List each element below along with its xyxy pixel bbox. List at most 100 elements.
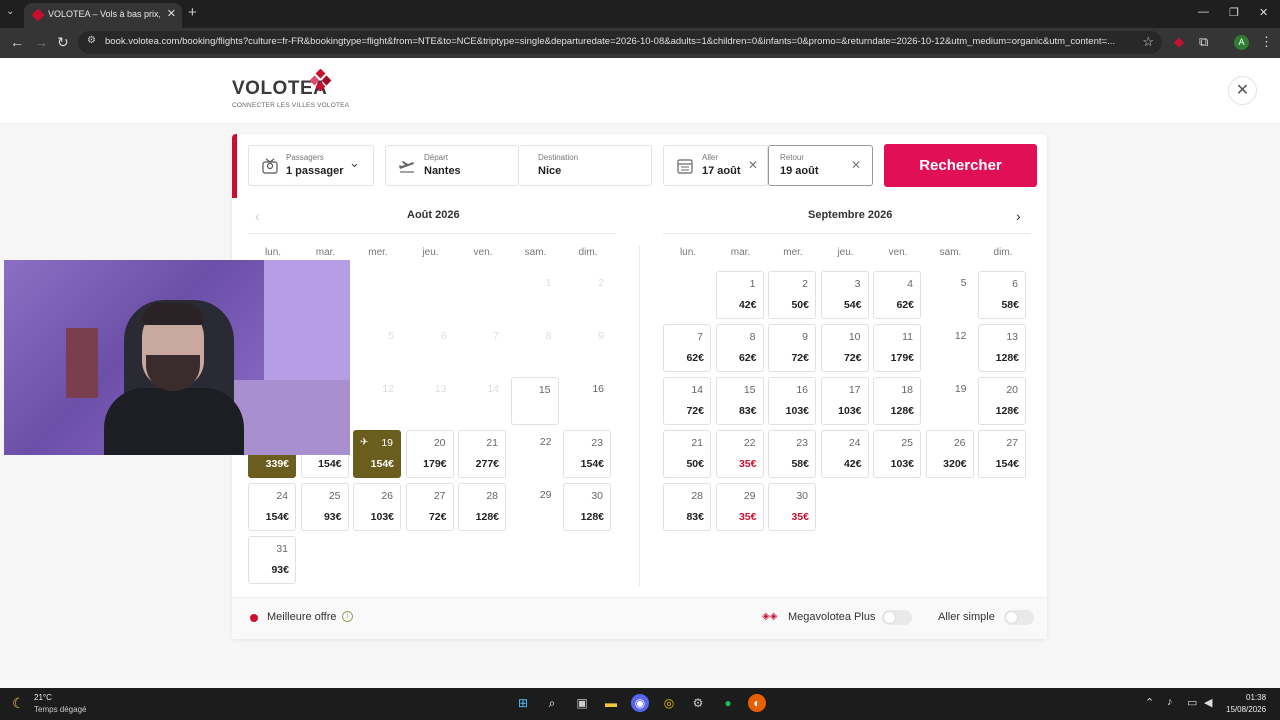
extensions-puzzle-icon[interactable]: ⧉ [1199, 34, 1208, 50]
calendar-day[interactable]: 18 128€ [873, 377, 921, 425]
calendar-day[interactable]: 16 [563, 377, 611, 425]
chrome-icon[interactable]: ◎ [660, 694, 678, 712]
file-explorer-icon[interactable]: ▬ [602, 694, 620, 712]
destination-field[interactable]: Destination Nice [519, 145, 652, 186]
day-number: 1 [545, 277, 552, 289]
profile-avatar[interactable]: A [1234, 35, 1249, 50]
volume-icon[interactable]: ◀ [1204, 696, 1212, 709]
clear-outbound-icon[interactable]: ✕ [748, 158, 758, 172]
firefox-icon[interactable]: ◐ [748, 694, 766, 712]
day-price: 128€ [995, 405, 1019, 417]
forward-icon[interactable]: → [34, 34, 48, 50]
network-icon[interactable]: ▭ [1187, 696, 1197, 709]
site-header: VOLOTEA CONNECTER LES VILLES VOLOTEA ✕ [0, 58, 1280, 124]
calendar-day[interactable]: 10 72€ [820, 324, 869, 372]
bookmark-star-icon[interactable]: ☆ [1142, 34, 1154, 50]
search-button[interactable]: Rechercher [884, 144, 1037, 187]
calendar-day[interactable]: 25 103€ [873, 430, 921, 478]
calendar-day[interactable]: 6 58€ [978, 271, 1026, 319]
calendar-day[interactable]: 25 93€ [300, 483, 349, 531]
maximize-icon[interactable]: ❐ [1229, 6, 1239, 19]
calendar-day[interactable]: 5 [926, 271, 974, 319]
return-date-field[interactable]: Retour 19 août ✕ [768, 145, 873, 186]
calendar-day[interactable]: 12 [926, 324, 974, 372]
menu-kebab-icon[interactable]: ⋮ [1260, 34, 1273, 50]
calendar-day[interactable]: 21 50€ [663, 430, 711, 478]
extension-icon[interactable]: ◆ [1174, 34, 1184, 50]
calendar-day[interactable]: 28 83€ [663, 483, 711, 531]
close-tab-icon[interactable]: ✕ [167, 7, 176, 20]
url-field[interactable]: ⚙ book.volotea.com/booking/flights?cultu… [78, 31, 1162, 54]
outbound-date-field[interactable]: Aller 17 août ✕ [663, 145, 768, 186]
calendar-day[interactable]: 27 72€ [405, 483, 454, 531]
chevron-down-icon[interactable]: ⌄ [349, 155, 360, 171]
calendar-day[interactable]: 7 62€ [663, 324, 711, 372]
calendar-day[interactable]: 24 42€ [820, 430, 869, 478]
calendar-day[interactable]: 29 [511, 483, 559, 531]
tray-chevron-icon[interactable]: ⌃ [1145, 696, 1154, 709]
calendar-day[interactable]: 13 128€ [978, 324, 1026, 372]
calendar-day[interactable]: ✈ 19 154€ [353, 430, 401, 478]
calendar-day[interactable]: 19 [926, 377, 974, 425]
calendar-day[interactable]: 11 179€ [873, 324, 921, 372]
calendar-day[interactable]: 20 179€ [405, 430, 454, 478]
microphone-icon[interactable]: ♪ [1167, 696, 1173, 708]
close-window-icon[interactable]: ✕ [1259, 6, 1268, 19]
search-icon[interactable]: ⌕ [543, 694, 561, 712]
calendar-day[interactable]: 29 35€ [715, 483, 764, 531]
calendar-day[interactable]: 22 35€ [715, 430, 764, 478]
minimize-icon[interactable]: — [1198, 6, 1209, 18]
calendar-day[interactable]: 28 128€ [458, 483, 506, 531]
spotify-icon[interactable]: ● [719, 694, 737, 712]
calendar-day[interactable]: 31 93€ [248, 536, 296, 584]
new-tab-icon[interactable]: + [188, 4, 197, 21]
day-price: 42€ [843, 458, 862, 470]
calendar-day[interactable]: 24 154€ [248, 483, 296, 531]
day-number: 24 [848, 437, 861, 449]
calendar-day[interactable]: 30 35€ [768, 483, 816, 531]
calendar-day[interactable]: 20 128€ [978, 377, 1026, 425]
passengers-field[interactable]: Passagers 1 passager ⌄ [248, 145, 374, 186]
calendar-day[interactable]: 14 72€ [663, 377, 711, 425]
reload-icon[interactable]: ↻ [57, 34, 69, 51]
calendar-day[interactable]: 30 128€ [563, 483, 611, 531]
calendar-day[interactable]: 17 103€ [820, 377, 869, 425]
browser-tab[interactable]: VOLOTEA – Vols à bas prix, offre ✕ [24, 3, 182, 28]
calendar-day[interactable]: 16 103€ [768, 377, 816, 425]
one-way-toggle[interactable] [1004, 610, 1034, 625]
calendar-day[interactable]: 2 50€ [768, 271, 816, 319]
calendar-day[interactable]: 27 154€ [978, 430, 1026, 478]
clock-time: 01:38 [1246, 693, 1267, 702]
calendar-day[interactable]: 26 103€ [353, 483, 401, 531]
calendar-day[interactable]: 9 72€ [768, 324, 816, 372]
day-number: 22 [539, 436, 552, 448]
discord-icon[interactable]: ◉ [631, 694, 649, 712]
calendar-day[interactable]: 15 [510, 377, 559, 425]
info-icon[interactable]: i [342, 611, 353, 622]
next-month-icon[interactable]: › [1016, 208, 1021, 224]
calendar-day[interactable]: 15 83€ [715, 377, 764, 425]
back-icon[interactable]: ← [10, 34, 24, 50]
calendar-day[interactable]: 22 [511, 430, 559, 478]
calendar-day[interactable]: 26 320€ [925, 430, 974, 478]
prev-month-icon[interactable]: ‹ [255, 208, 260, 224]
calendar-day[interactable]: 23 58€ [768, 430, 816, 478]
settings-gear-icon[interactable]: ⚙ [689, 694, 707, 712]
webcam-overlay [4, 260, 350, 455]
calendar-day[interactable]: 23 154€ [563, 430, 611, 478]
departure-field[interactable]: Départ Nantes [385, 145, 519, 186]
calendar-day[interactable]: 3 54€ [820, 271, 869, 319]
weather-moon-icon[interactable]: ☾ [12, 695, 25, 712]
megavolotea-toggle[interactable] [882, 610, 912, 625]
calendar-day[interactable]: 1 42€ [715, 271, 764, 319]
clear-return-icon[interactable]: ✕ [851, 158, 861, 172]
close-booking-icon[interactable]: ✕ [1228, 76, 1257, 105]
calendar-day[interactable]: 21 277€ [458, 430, 506, 478]
address-bar: ← → ↻ ⚙ book.volotea.com/booking/flights… [0, 28, 1280, 58]
task-view-icon[interactable]: ▣ [573, 694, 591, 712]
calendar-day[interactable]: 4 62€ [873, 271, 921, 319]
site-info-icon[interactable]: ⚙ [87, 35, 96, 46]
tab-list-icon[interactable]: ⌄ [6, 6, 14, 17]
windows-start-icon[interactable]: ⊞ [514, 694, 532, 712]
calendar-day[interactable]: 8 62€ [715, 324, 764, 372]
